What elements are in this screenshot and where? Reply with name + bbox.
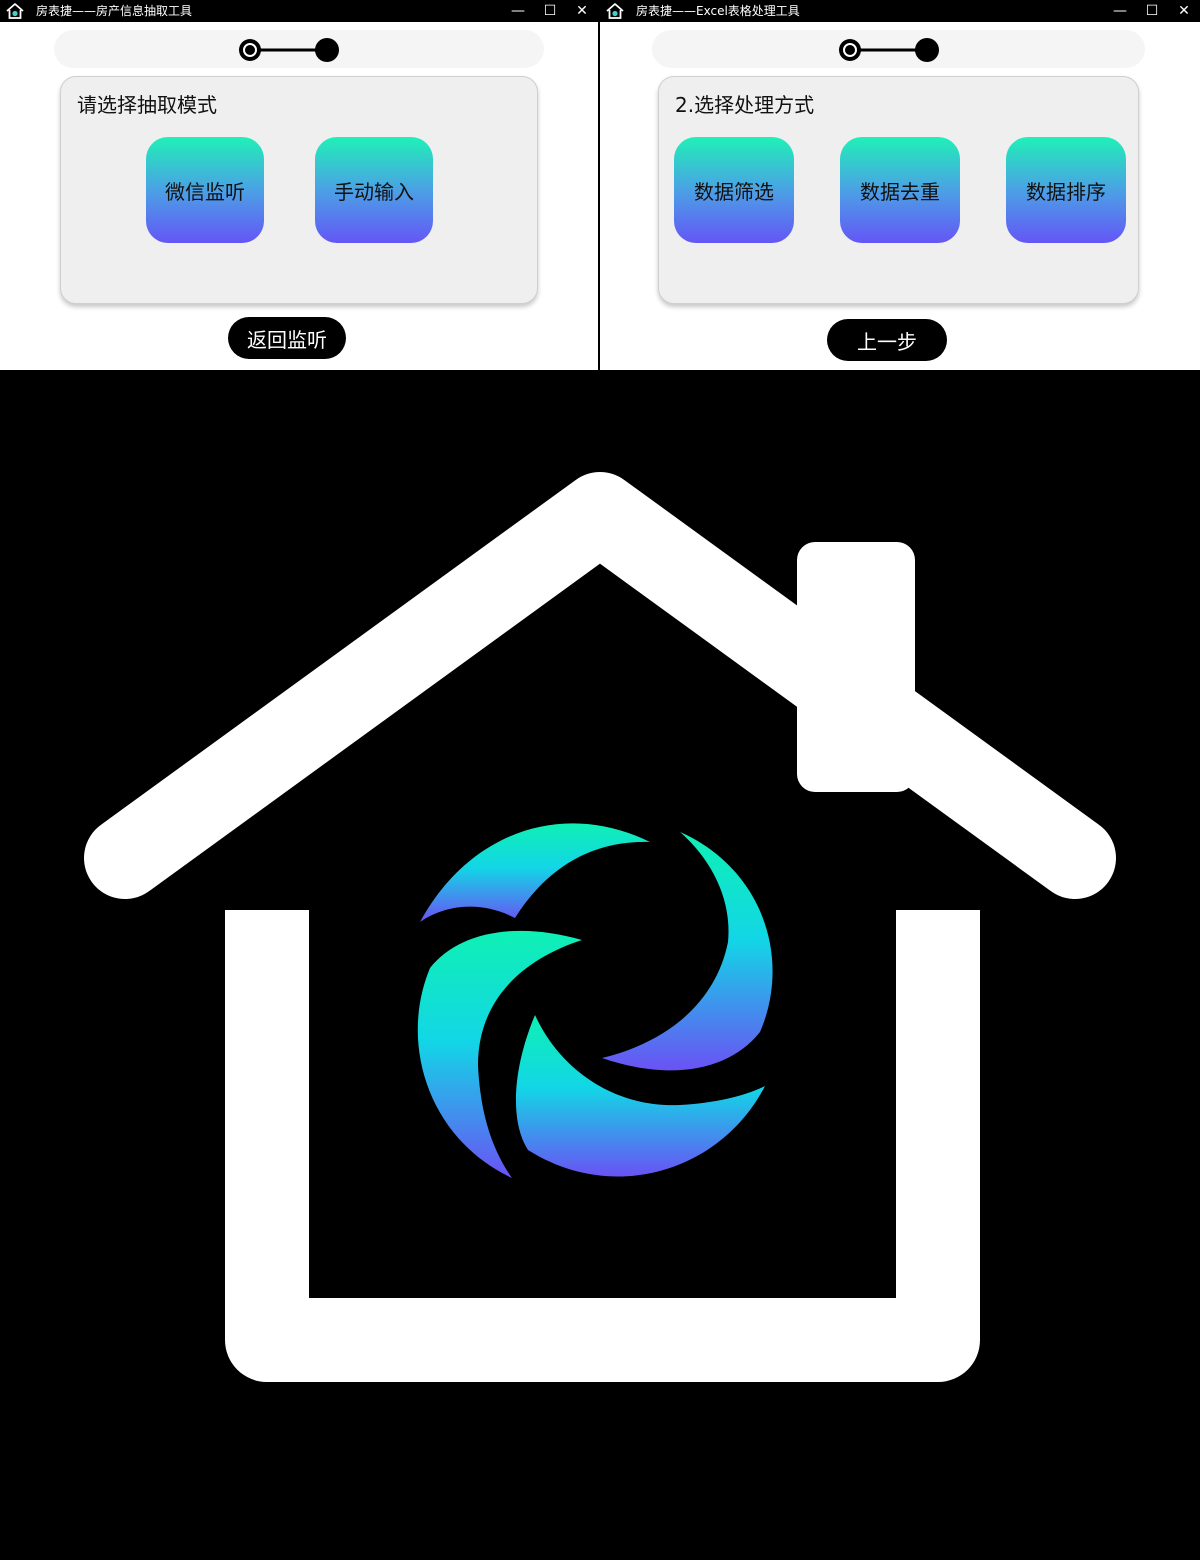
data-dedup-button[interactable]: 数据去重 [840, 137, 960, 243]
window-title: 房表捷——Excel表格处理工具 [636, 4, 800, 18]
close-button[interactable]: ✕ [1168, 0, 1200, 22]
data-sort-button[interactable]: 数据排序 [1006, 137, 1126, 243]
maximize-button[interactable]: ☐ [1136, 0, 1168, 22]
titlebar[interactable]: 房表捷——Excel表格处理工具 — ☐ ✕ [600, 0, 1200, 22]
panel-label: 2.选择处理方式 [675, 93, 815, 117]
window-title: 房表捷——房产信息抽取工具 [36, 4, 193, 18]
house-icon [6, 3, 24, 19]
data-filter-button[interactable]: 数据筛选 [674, 137, 794, 243]
house-icon [606, 3, 624, 19]
close-button[interactable]: ✕ [566, 0, 598, 22]
mode-panel: 请选择抽取模式 微信监听 手动输入 [60, 76, 538, 304]
step-progress-icon [239, 38, 339, 62]
previous-step-button[interactable]: 上一步 [827, 319, 947, 361]
minimize-button[interactable]: — [1104, 0, 1136, 22]
manual-input-button[interactable]: 手动输入 [315, 137, 433, 243]
minimize-button[interactable]: — [502, 0, 534, 22]
panel-label: 请选择抽取模式 [77, 93, 217, 117]
titlebar[interactable]: 房表捷——房产信息抽取工具 — ☐ ✕ [0, 0, 598, 22]
process-panel: 2.选择处理方式 数据筛选 数据去重 数据排序 [658, 76, 1139, 304]
house-swirl-logo-icon [84, 472, 1116, 1382]
excel-tool-window: 房表捷——Excel表格处理工具 — ☐ ✕ 2.选择处理方式 数据筛选 数据去… [600, 0, 1200, 370]
extraction-tool-window: 房表捷——房产信息抽取工具 — ☐ ✕ 请选择抽取模式 微信监听 手动输入 返回… [0, 0, 598, 370]
app-logo [0, 370, 1200, 1560]
maximize-button[interactable]: ☐ [534, 0, 566, 22]
back-to-listen-button[interactable]: 返回监听 [228, 317, 346, 359]
step-progress [652, 30, 1145, 68]
step-progress [54, 30, 544, 68]
step-progress-icon [839, 38, 939, 62]
wechat-listen-button[interactable]: 微信监听 [146, 137, 264, 243]
